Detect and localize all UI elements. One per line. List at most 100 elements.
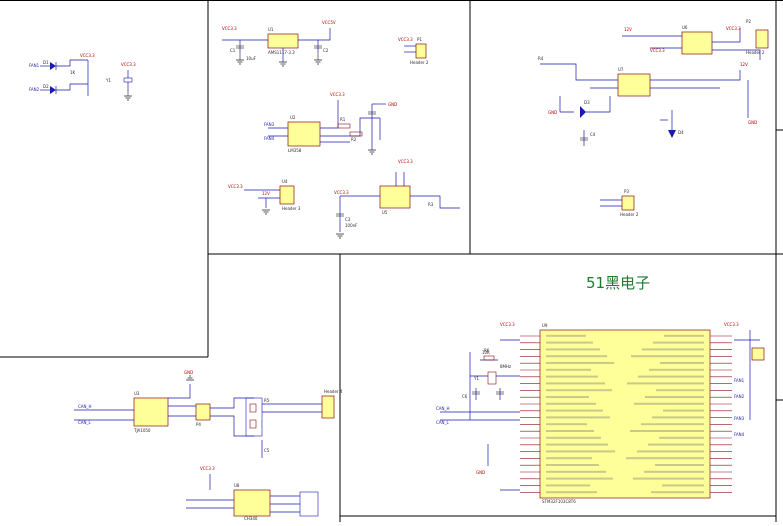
ref-label: Header 4 <box>324 389 343 394</box>
net-label: GND <box>748 120 757 125</box>
mcu-pin-name-right <box>662 484 704 487</box>
net-label: VCC3.3 <box>330 92 345 97</box>
net-label: CAN_L <box>436 420 450 425</box>
opamp-chip <box>287 121 321 147</box>
net-label: FAN2 <box>734 394 745 399</box>
ref-label: U5 <box>382 210 388 215</box>
mcu-section: U9 STM32F103C8T6 VCC3.3 R6 Y1 8MHz C6 10… <box>436 322 765 504</box>
led-section: VCC3.3 D1 D2 FAN1 FAN2 1K VCC3.3 Y1 <box>29 53 136 101</box>
regulator-chip <box>267 33 299 49</box>
mcu-pin-name-right <box>652 416 704 419</box>
value-label: 1K <box>70 70 76 75</box>
ref-label: C4 <box>590 132 596 137</box>
header-connector <box>755 29 769 49</box>
part-label: Header 2 <box>410 60 429 65</box>
mcu-pin-name-left <box>546 436 601 439</box>
mcu-pin-name-right <box>641 423 704 426</box>
net-label: GND <box>476 470 485 475</box>
opamp-section: U2 LM358 VCC3.3 GND R1 R2 FAN3 FAN4 <box>264 92 397 155</box>
net-label: FAN1 <box>29 63 40 68</box>
mcu-pin-name-left <box>546 334 586 337</box>
net-label: VCC3.3 <box>398 37 413 42</box>
mcu-pin-name-right <box>633 477 704 480</box>
mcu-pin-name-left <box>546 470 606 473</box>
ref-label: C3 <box>345 217 351 222</box>
header-connector <box>751 347 765 361</box>
sensor-section: U4 VCC3.3 12V Header 3 U5 VCC3.3 VCC3.3 … <box>228 159 460 239</box>
ref-label: D4 <box>678 130 684 135</box>
part-label: Header 3 <box>282 206 301 211</box>
value-label: 100nF <box>345 223 358 228</box>
header-connector <box>415 43 427 59</box>
ref-label: U7 <box>618 67 624 72</box>
net-label: GND <box>184 370 193 375</box>
mcu-pin-name-right <box>644 470 704 473</box>
ref-label: D2 <box>43 84 49 89</box>
mcu-pin-name-left <box>546 409 603 412</box>
mcu-pin-name-right <box>663 409 704 412</box>
ref-label: Y1 <box>105 78 111 83</box>
ref-label: U3 <box>134 391 140 396</box>
mcu-pin-name-left <box>546 464 599 466</box>
net-label: VCC3.3 <box>726 26 741 31</box>
mcu-pin-name-right <box>649 368 704 371</box>
ref-label: Y1 <box>473 376 479 381</box>
part-label: LM358 <box>288 148 302 153</box>
net-label: VCC3.3 <box>334 190 349 195</box>
net-label: FAN3 <box>264 122 275 127</box>
mcu-pin-name-left <box>546 355 607 358</box>
net-label: VCC3.3 <box>222 26 237 31</box>
mcu-pin-name-right <box>630 430 704 432</box>
diode-icon <box>580 106 586 118</box>
mcu-pin-name-left <box>546 389 612 392</box>
watermark-text: 51黑电子 <box>586 274 651 292</box>
ref-label: D3 <box>584 100 590 105</box>
net-label: FAN3 <box>734 416 745 421</box>
mcu-pin-name-left <box>546 396 589 398</box>
mcu-pin-name-left <box>546 457 592 460</box>
usb-uart-chip <box>233 489 271 517</box>
mcu-pin-name-left <box>546 348 600 351</box>
ref-label: C6 <box>462 394 468 399</box>
value-label: 10K <box>482 350 490 355</box>
diode-icon <box>668 130 676 138</box>
led-icon <box>50 86 56 94</box>
net-label: FAN4 <box>264 136 275 141</box>
mcu-pin-name-right <box>648 443 704 446</box>
schematic-sheet: VCC3.3 D1 D2 FAN1 FAN2 1K VCC3.3 Y1 U1 A… <box>0 0 783 522</box>
mcu-pin-name-left <box>546 382 605 385</box>
mcu-pin-name-left <box>546 491 597 494</box>
ref-label: C2 <box>323 48 329 53</box>
ref-label: R2 <box>351 137 357 142</box>
mcu-pin-name-left <box>546 402 596 405</box>
mcu-pin-name-left <box>546 430 594 432</box>
net-label: CAN_H <box>436 406 450 411</box>
header-connector <box>195 403 211 421</box>
part-label: Header 2 <box>746 50 765 55</box>
net-label: CAN_L <box>78 420 92 425</box>
mcu-pin-name-left <box>546 341 593 344</box>
value-label: 8MHz <box>500 364 511 369</box>
net-label: VCC3.3 <box>500 322 515 327</box>
mcu-pin-name-left <box>546 450 615 453</box>
net-label: 12V <box>740 62 748 67</box>
regulator-section: U1 AMS1117-3.3 VCC3.3 VCC5V C1 C2 10uF P… <box>222 20 429 67</box>
ref-label: P4 <box>196 422 201 427</box>
part-label: STM32F103C8T6 <box>542 499 576 504</box>
ref-label: U9 <box>542 323 548 328</box>
ref-label: P3 <box>624 189 629 194</box>
mcu-pin-name-right <box>659 436 704 439</box>
ref-label: R3 <box>428 202 434 207</box>
net-label: FAN2 <box>29 87 40 92</box>
mcu-pin-name-left <box>546 443 608 446</box>
net-label: VCC3.3 <box>121 62 136 67</box>
ref-label: C1 <box>230 48 236 53</box>
driver-chip <box>617 73 651 97</box>
ref-label: U2 <box>290 115 296 120</box>
net-label: VCC3.3 <box>80 53 95 58</box>
part-label: AMS1117-3.3 <box>268 50 295 55</box>
can-section: U3 TJA1050 CAN_H CAN_L GND P4 Header 4 R… <box>74 370 343 521</box>
mcu-pin-name-left <box>546 484 590 487</box>
mcu-pin-name-right <box>626 457 704 460</box>
net-label: 12V <box>624 27 632 32</box>
